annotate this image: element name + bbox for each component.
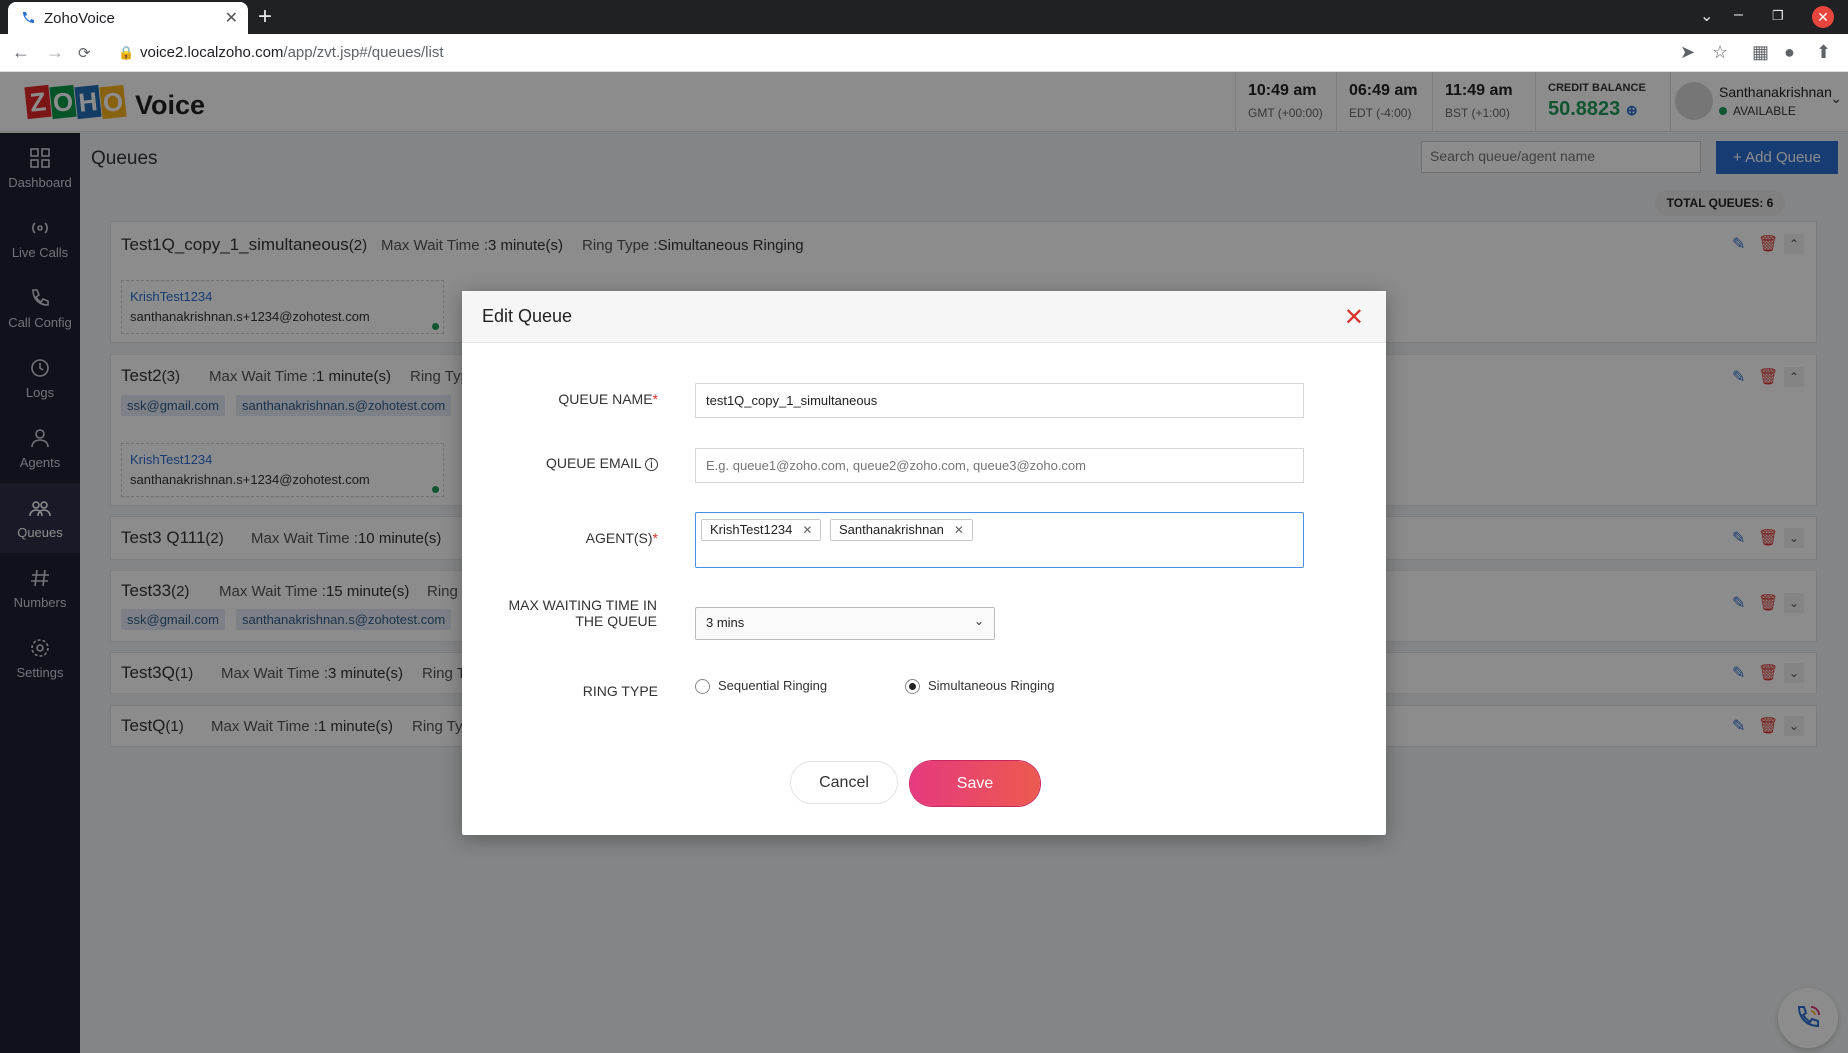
agent-chip-label: Santhanakrishnan bbox=[839, 522, 944, 537]
close-icon[interactable]: ✕ bbox=[1344, 303, 1364, 332]
agents-multiselect[interactable]: KrishTest1234 ✕ Santhanakrishnan ✕ bbox=[695, 512, 1304, 568]
info-icon[interactable]: i bbox=[645, 458, 658, 471]
sequential-ringing-radio[interactable]: Sequential Ringing bbox=[695, 678, 828, 695]
max-wait-value: 3 mins bbox=[706, 615, 745, 630]
profile-icon[interactable]: ● bbox=[1784, 42, 1795, 63]
forward-icon[interactable]: → bbox=[46, 42, 64, 63]
save-button[interactable]: Save bbox=[910, 761, 1040, 806]
browser-tab[interactable]: ZohoVoice ✕ bbox=[8, 2, 248, 34]
agent-chip-label: KrishTest1234 bbox=[710, 522, 793, 537]
tab-close-icon[interactable]: ✕ bbox=[225, 8, 238, 28]
cancel-button[interactable]: Cancel bbox=[790, 761, 898, 804]
chevron-down-icon: ⌄ bbox=[973, 614, 984, 628]
back-icon[interactable]: ← bbox=[12, 42, 30, 63]
ring-type-label: RING TYPE bbox=[582, 683, 658, 699]
bookmark-star-icon[interactable]: ☆ bbox=[1712, 42, 1728, 63]
agent-chip: KrishTest1234 ✕ bbox=[701, 519, 822, 541]
remove-chip-icon[interactable]: ✕ bbox=[954, 523, 964, 537]
agent-chip: Santhanakrishnan ✕ bbox=[830, 519, 973, 541]
lock-icon: 🔒 bbox=[118, 45, 135, 60]
update-icon[interactable]: ⬆ bbox=[1816, 42, 1831, 63]
queue-email-label: QUEUE EMAIL bbox=[545, 455, 642, 471]
new-tab-icon[interactable]: + bbox=[258, 3, 272, 31]
url-host: voice2.localzoho.com bbox=[140, 44, 284, 61]
minimize-icon[interactable]: – bbox=[1734, 6, 1743, 24]
radio-label: Sequential Ringing bbox=[718, 678, 828, 693]
max-wait-label: MAX WAITING TIME IN THE QUEUE bbox=[508, 597, 657, 629]
send-icon[interactable]: ➤ bbox=[1680, 42, 1695, 63]
required-marker: * bbox=[652, 530, 658, 546]
queue-name-field[interactable] bbox=[695, 383, 1304, 418]
radio-circle[interactable] bbox=[905, 679, 920, 695]
queue-name-label: QUEUE NAME bbox=[558, 391, 653, 407]
extensions-icon[interactable]: ▦ bbox=[1752, 42, 1769, 63]
agents-label: AGENT(S) bbox=[585, 530, 653, 546]
required-marker: * bbox=[652, 391, 658, 407]
queue-email-field[interactable] bbox=[695, 448, 1304, 483]
remove-chip-icon[interactable]: ✕ bbox=[802, 523, 812, 537]
window-close-icon[interactable]: ✕ bbox=[1812, 6, 1834, 28]
max-wait-select[interactable]: 3 mins ⌄ bbox=[695, 607, 995, 640]
restore-icon[interactable]: ❐ bbox=[1772, 8, 1784, 24]
dialog-title: Edit Queue bbox=[482, 306, 573, 326]
tab-search-icon[interactable]: ⌄ bbox=[1700, 6, 1713, 26]
radio-label: Simultaneous Ringing bbox=[928, 678, 1055, 693]
address-bar: ← → ⟳ 🔒 voice2.localzoho.com/app/zvt.jsp… bbox=[0, 34, 1848, 72]
radio-circle[interactable] bbox=[695, 679, 710, 695]
tab-title: ZohoVoice bbox=[44, 10, 115, 27]
url-field[interactable]: voice2.localzoho.com/app/zvt.jsp#/queues… bbox=[140, 44, 444, 61]
dialog-header: Edit Queue ✕ bbox=[462, 291, 1386, 343]
url-path: /app/zvt.jsp#/queues/list bbox=[283, 44, 444, 61]
phone-favicon-icon bbox=[23, 12, 34, 23]
reload-icon[interactable]: ⟳ bbox=[78, 44, 91, 62]
edit-queue-dialog: Edit Queue ✕ QUEUE NAME* QUEUE EMAIL i A… bbox=[462, 291, 1386, 835]
simultaneous-ringing-radio[interactable]: Simultaneous Ringing bbox=[905, 678, 1055, 695]
browser-tab-bar: ZohoVoice ✕ + ⌄ – ❐ ✕ bbox=[0, 0, 1848, 34]
